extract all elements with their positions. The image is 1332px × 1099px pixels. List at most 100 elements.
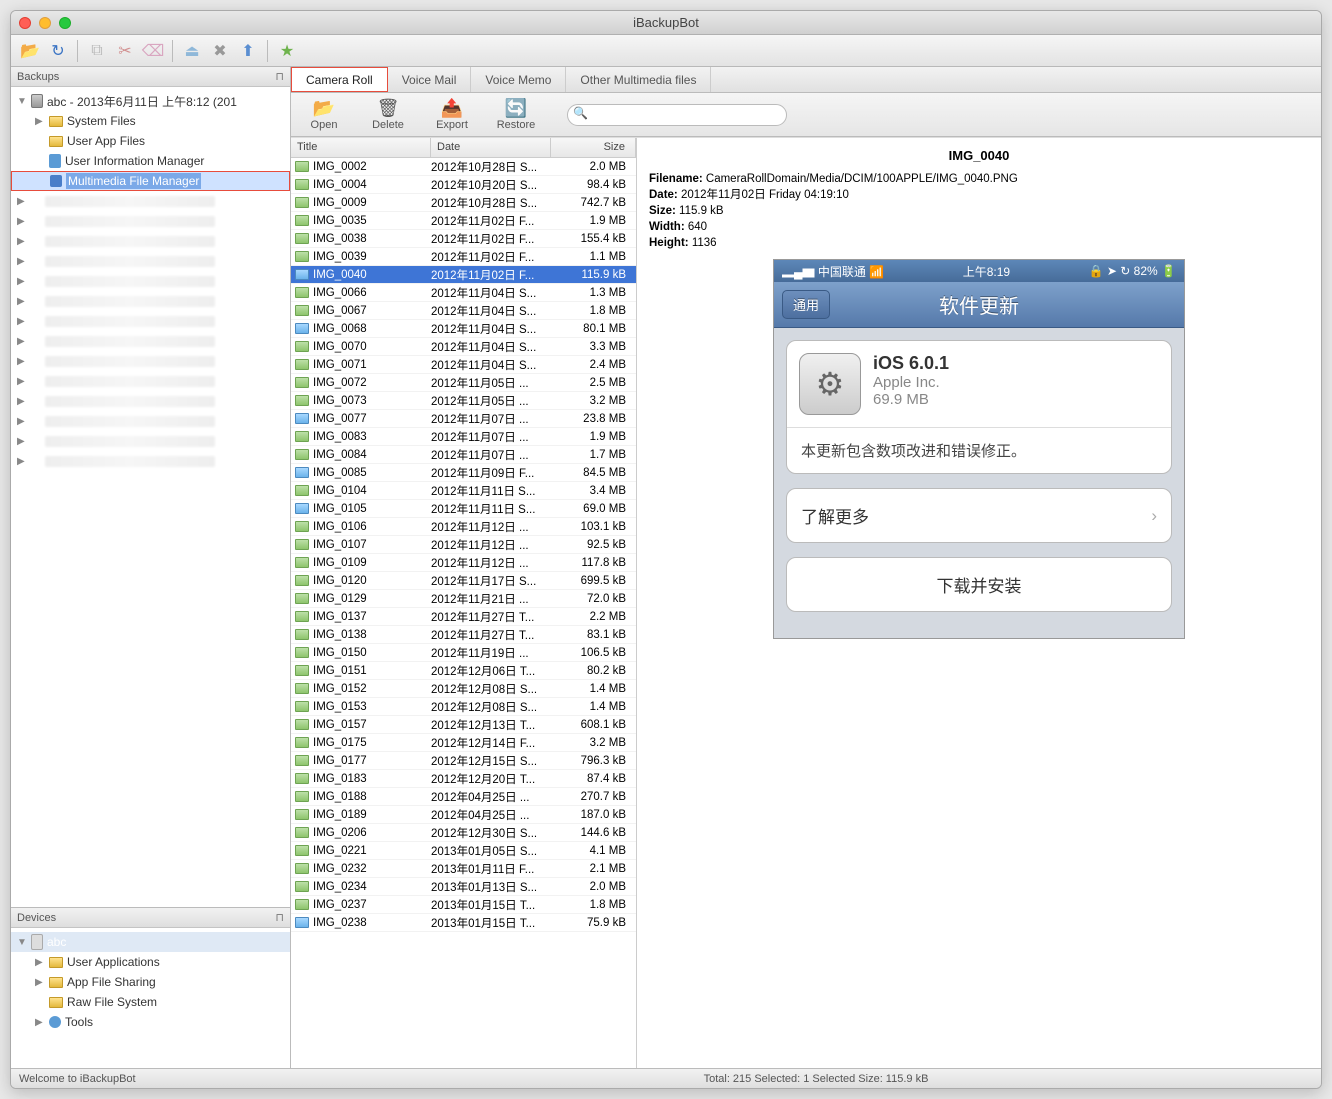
tab-voice-memo[interactable]: Voice Memo (471, 67, 566, 92)
image-icon (295, 611, 309, 622)
col-size[interactable]: Size (551, 138, 636, 157)
tree-ghost[interactable] (11, 311, 290, 331)
image-icon (295, 341, 309, 352)
meta-size: 115.9 kB (679, 205, 724, 217)
file-row[interactable]: IMG_00662012年11月04日 S...1.3 MB (291, 284, 636, 302)
file-row[interactable]: IMG_01502012年11月19日 ...106.5 kB (291, 644, 636, 662)
pin-icon[interactable]: ⊓ (275, 911, 284, 924)
tab-camera-roll[interactable]: Camera Roll (291, 67, 388, 92)
erase-icon[interactable]: ⌫ (142, 40, 164, 62)
file-row[interactable]: IMG_01372012年11月27日 T...2.2 MB (291, 608, 636, 626)
copy-icon[interactable]: ⧉ (86, 40, 108, 62)
file-row[interactable]: IMG_00022012年10月28日 S...2.0 MB (291, 158, 636, 176)
file-row[interactable]: IMG_00842012年11月07日 ...1.7 MB (291, 446, 636, 464)
file-row[interactable]: IMG_00852012年11月09日 F...84.5 MB (291, 464, 636, 482)
file-row[interactable]: IMG_00392012年11月02日 F...1.1 MB (291, 248, 636, 266)
tab-voice-mail[interactable]: Voice Mail (388, 67, 472, 92)
file-size: 144.6 kB (551, 827, 636, 839)
tree-item[interactable]: System Files (11, 111, 290, 131)
file-row[interactable]: IMG_02382013年01月15日 T...75.9 kB (291, 914, 636, 932)
file-row[interactable]: IMG_01202012年11月17日 S...699.5 kB (291, 572, 636, 590)
tree-ghost[interactable] (11, 291, 290, 311)
eject-icon[interactable]: ⏏ (181, 40, 203, 62)
file-row[interactable]: IMG_02062012年12月30日 S...144.6 kB (291, 824, 636, 842)
open-button[interactable]: 📂Open (301, 98, 347, 131)
tree-ghost[interactable] (11, 371, 290, 391)
file-row[interactable]: IMG_01292012年11月21日 ...72.0 kB (291, 590, 636, 608)
delete-button[interactable]: 🗑Delete (365, 98, 411, 131)
col-date[interactable]: Date (431, 138, 551, 157)
file-row[interactable]: IMG_01892012年04月25日 ...187.0 kB (291, 806, 636, 824)
file-row[interactable]: IMG_00042012年10月20日 S...98.4 kB (291, 176, 636, 194)
tools-icon[interactable]: ✖ (209, 40, 231, 62)
tree-item-multimedia[interactable]: Multimedia File Manager (11, 171, 290, 191)
file-row[interactable]: IMG_02372013年01月15日 T...1.8 MB (291, 896, 636, 914)
open-icon: 📂 (313, 98, 335, 118)
file-row[interactable]: IMG_00672012年11月04日 S...1.8 MB (291, 302, 636, 320)
file-row[interactable]: IMG_01752012年12月14日 F...3.2 MB (291, 734, 636, 752)
file-row[interactable]: IMG_02322013年01月11日 F...2.1 MB (291, 860, 636, 878)
upload-icon[interactable]: ⬆ (237, 40, 259, 62)
tree-ghost[interactable] (11, 351, 290, 371)
cut-icon[interactable]: ✂ (114, 40, 136, 62)
tree-ghost[interactable] (11, 211, 290, 231)
file-row[interactable]: IMG_00402012年11月02日 F...115.9 kB (291, 266, 636, 284)
tree-ghost[interactable] (11, 391, 290, 411)
pin-icon[interactable]: ⊓ (275, 70, 284, 83)
file-row[interactable]: IMG_01532012年12月08日 S...1.4 MB (291, 698, 636, 716)
file-row[interactable]: IMG_01382012年11月27日 T...83.1 kB (291, 626, 636, 644)
tree-root[interactable]: abc - 2013年6月11日 上午8:12 (201 (11, 91, 290, 111)
export-button[interactable]: 📤Export (429, 98, 475, 131)
file-date: 2012年11月11日 S... (431, 483, 551, 499)
tree-ghost[interactable] (11, 451, 290, 471)
file-row[interactable]: IMG_00352012年11月02日 F...1.9 MB (291, 212, 636, 230)
col-title[interactable]: Title (291, 138, 431, 157)
tree-item[interactable]: Tools (11, 1012, 290, 1032)
tree-item[interactable]: User Applications (11, 952, 290, 972)
root-label: abc - 2013年6月11日 上午8:12 (201 (47, 93, 237, 110)
tree-ghost[interactable] (11, 271, 290, 291)
tree-item[interactable]: User Information Manager (11, 151, 290, 171)
file-date: 2013年01月13日 S... (431, 879, 551, 895)
file-row[interactable]: IMG_01042012年11月11日 S...3.4 MB (291, 482, 636, 500)
search-input[interactable] (567, 104, 787, 126)
file-row[interactable]: IMG_00732012年11月05日 ...3.2 MB (291, 392, 636, 410)
file-row[interactable]: IMG_01832012年12月20日 T...87.4 kB (291, 770, 636, 788)
open-folder-icon[interactable]: 📂 (19, 40, 41, 62)
device-root[interactable]: abc (11, 932, 290, 952)
file-row[interactable]: IMG_00382012年11月02日 F...155.4 kB (291, 230, 636, 248)
file-row[interactable]: IMG_00092012年10月28日 S...742.7 kB (291, 194, 636, 212)
tree-ghost[interactable] (11, 331, 290, 351)
file-row[interactable]: IMG_01572012年12月13日 T...608.1 kB (291, 716, 636, 734)
star-icon[interactable]: ★ (276, 40, 298, 62)
file-row[interactable]: IMG_02212013年01月05日 S...4.1 MB (291, 842, 636, 860)
tree-item[interactable]: App File Sharing (11, 972, 290, 992)
file-row[interactable]: IMG_01072012年11月12日 ...92.5 kB (291, 536, 636, 554)
file-row[interactable]: IMG_01062012年11月12日 ...103.1 kB (291, 518, 636, 536)
file-row[interactable]: IMG_01092012年11月12日 ...117.8 kB (291, 554, 636, 572)
tree-ghost[interactable] (11, 411, 290, 431)
file-list[interactable]: IMG_00022012年10月28日 S...2.0 MBIMG_000420… (291, 158, 636, 1068)
tree-item[interactable]: User App Files (11, 131, 290, 151)
file-row[interactable]: IMG_00702012年11月04日 S...3.3 MB (291, 338, 636, 356)
file-row[interactable]: IMG_00722012年11月05日 ...2.5 MB (291, 374, 636, 392)
file-row[interactable]: IMG_00712012年11月04日 S...2.4 MB (291, 356, 636, 374)
file-row[interactable]: IMG_00832012年11月07日 ...1.9 MB (291, 428, 636, 446)
file-row[interactable]: IMG_01882012年04月25日 ...270.7 kB (291, 788, 636, 806)
tree-ghost[interactable] (11, 431, 290, 451)
file-row[interactable]: IMG_01522012年12月08日 S...1.4 MB (291, 680, 636, 698)
restore-button[interactable]: 🔄Restore (493, 98, 539, 131)
refresh-icon[interactable]: ↻ (47, 40, 69, 62)
tree-item[interactable]: Raw File System (11, 992, 290, 1012)
file-row[interactable]: IMG_01052012年11月11日 S...69.0 MB (291, 500, 636, 518)
tree-ghost[interactable] (11, 251, 290, 271)
tree-ghost[interactable] (11, 191, 290, 211)
file-row[interactable]: IMG_01512012年12月06日 T...80.2 kB (291, 662, 636, 680)
gear-icon (49, 1016, 61, 1028)
tree-ghost[interactable] (11, 231, 290, 251)
file-row[interactable]: IMG_02342013年01月13日 S...2.0 MB (291, 878, 636, 896)
tab-other-multimedia[interactable]: Other Multimedia files (566, 67, 711, 92)
file-row[interactable]: IMG_00682012年11月04日 S...80.1 MB (291, 320, 636, 338)
file-row[interactable]: IMG_01772012年12月15日 S...796.3 kB (291, 752, 636, 770)
file-row[interactable]: IMG_00772012年11月07日 ...23.8 MB (291, 410, 636, 428)
